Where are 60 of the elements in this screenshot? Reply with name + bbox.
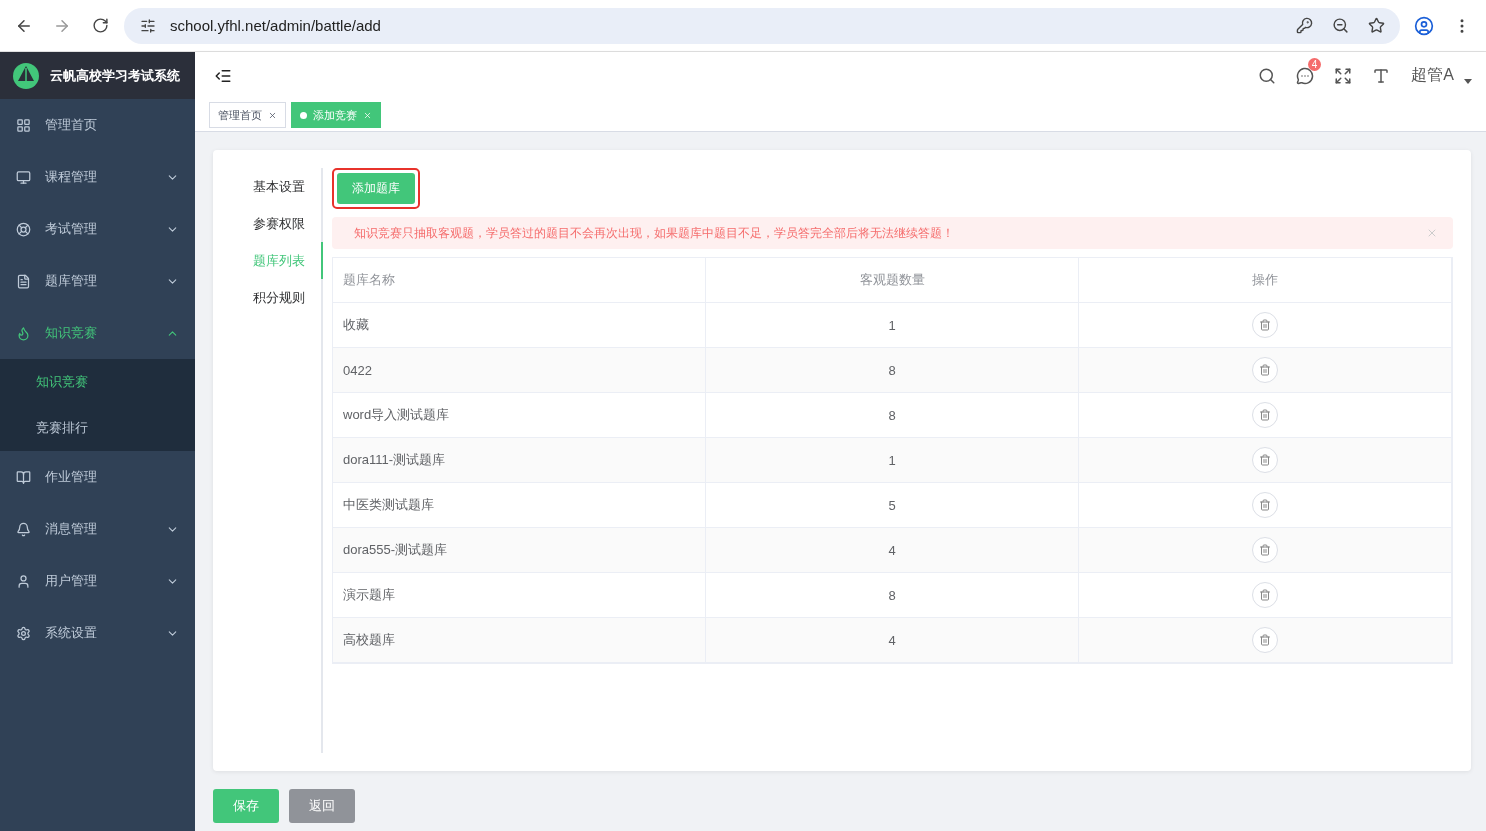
trash-icon (1259, 409, 1271, 421)
table-cell: 5 (706, 483, 1079, 528)
table-cell: 收藏 (333, 303, 706, 348)
column-header: 客观题数量 (706, 258, 1079, 303)
sidebar-item[interactable]: 题库管理 (0, 255, 195, 307)
table-cell: 高校题库 (333, 618, 706, 663)
table-cell: 8 (706, 348, 1079, 393)
table-cell: 4 (706, 528, 1079, 573)
notification-badge: 4 (1307, 57, 1322, 71)
step-tab[interactable]: 基本设置 (253, 168, 323, 205)
table-cell: 1 (706, 438, 1079, 483)
trash-icon (1259, 499, 1271, 511)
delete-button[interactable] (1252, 402, 1278, 428)
step-tab[interactable]: 参赛权限 (253, 205, 323, 242)
table-cell: 8 (706, 393, 1079, 438)
sidebar-item[interactable]: 用户管理 (0, 555, 195, 607)
trash-icon (1259, 364, 1271, 376)
trash-icon (1259, 634, 1271, 646)
caret-icon[interactable] (1464, 79, 1472, 84)
close-icon[interactable] (268, 110, 277, 120)
trash-icon (1259, 589, 1271, 601)
url-text: school.yfhl.net/admin/battle/add (170, 17, 382, 34)
sidebar-item[interactable]: 知识竞赛 (0, 307, 195, 359)
table-cell: word导入测试题库 (333, 393, 706, 438)
alert-text: 知识竞赛只抽取客观题，学员答过的题目不会再次出现，如果题库中题目不足，学员答完全部后将无法继续答题！ (354, 224, 955, 242)
delete-button[interactable] (1252, 492, 1278, 518)
delete-button[interactable] (1252, 357, 1278, 383)
sidebar-item[interactable]: 课程管理 (0, 151, 195, 203)
sidebar-item[interactable]: 管理首页 (0, 99, 195, 151)
address-bar[interactable]: school.yfhl.net/admin/battle/add (124, 7, 1400, 44)
table-cell: 4 (706, 618, 1079, 663)
trash-icon (1259, 544, 1271, 556)
table-cell: 0422 (333, 348, 706, 393)
app-title: 云帆高校学习考试系统 (50, 66, 180, 85)
delete-button[interactable] (1252, 627, 1278, 653)
trash-icon (1259, 454, 1271, 466)
sidebar-item[interactable]: 考试管理 (0, 203, 195, 255)
sidebar-subitem[interactable]: 竞赛排行 (0, 405, 195, 451)
step-tab[interactable]: 积分规则 (253, 279, 323, 316)
user-menu[interactable]: 超管A (1411, 65, 1454, 86)
sidebar-item[interactable]: 作业管理 (0, 451, 195, 503)
table-cell: 8 (706, 573, 1079, 618)
column-header: 题库名称 (333, 258, 706, 303)
page-tab[interactable]: 管理首页 (209, 102, 286, 128)
table-cell: dora555-测试题库 (333, 528, 706, 573)
trash-icon (1259, 319, 1271, 331)
delete-button[interactable] (1252, 312, 1278, 338)
table-cell: 中医类测试题库 (333, 483, 706, 528)
table-cell: dora111-测试题库 (333, 438, 706, 483)
delete-button[interactable] (1252, 447, 1278, 473)
sidebar-item[interactable]: 系统设置 (0, 607, 195, 659)
sidebar-item[interactable]: 消息管理 (0, 503, 195, 555)
sail-logo-icon (12, 61, 40, 90)
sidebar-subitem[interactable]: 知识竞赛 (0, 359, 195, 405)
delete-button[interactable] (1252, 582, 1278, 608)
table-cell: 1 (706, 303, 1079, 348)
delete-button[interactable] (1252, 537, 1278, 563)
column-header: 操作 (1079, 258, 1452, 303)
active-dot-icon (300, 111, 307, 119)
table-cell: 演示题库 (333, 573, 706, 618)
